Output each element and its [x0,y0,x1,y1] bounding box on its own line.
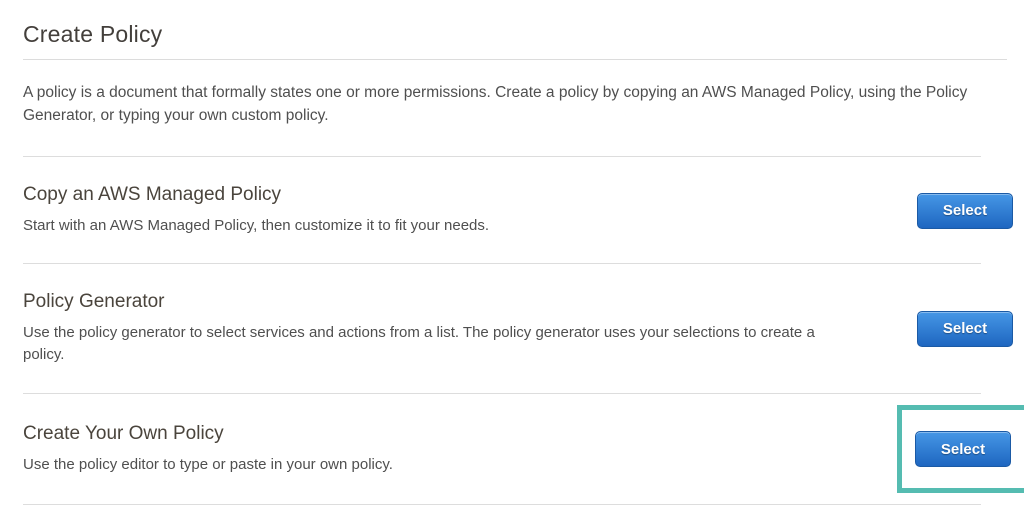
select-copy-managed-policy-button[interactable]: Select [917,193,1013,229]
section-heading-copy-managed-policy: Copy an AWS Managed Policy [23,184,489,206]
section-policy-generator: Policy Generator Use the policy generato… [23,264,1013,393]
section-desc-copy-managed-policy: Start with an AWS Managed Policy, then c… [23,215,489,237]
create-policy-page: Create Policy A policy is a document tha… [0,0,1024,529]
section-create-your-own-policy: Create Your Own Policy Use the policy ed… [23,394,1013,504]
selection-highlight-annotation: Select [897,405,1024,493]
select-policy-generator-button[interactable]: Select [917,311,1013,347]
section-heading-create-your-own-policy: Create Your Own Policy [23,423,393,445]
select-create-your-own-policy-button[interactable]: Select [915,431,1011,467]
section-heading-policy-generator: Policy Generator [23,291,843,313]
section-divider [23,504,981,505]
title-divider [23,59,1007,60]
page-title: Create Policy [23,21,1024,48]
section-desc-policy-generator: Use the policy generator to select servi… [23,322,843,366]
section-copy-managed-policy: Copy an AWS Managed Policy Start with an… [23,157,1013,263]
section-desc-create-your-own-policy: Use the policy editor to type or paste i… [23,454,393,476]
intro-text: A policy is a document that formally sta… [23,81,1008,127]
